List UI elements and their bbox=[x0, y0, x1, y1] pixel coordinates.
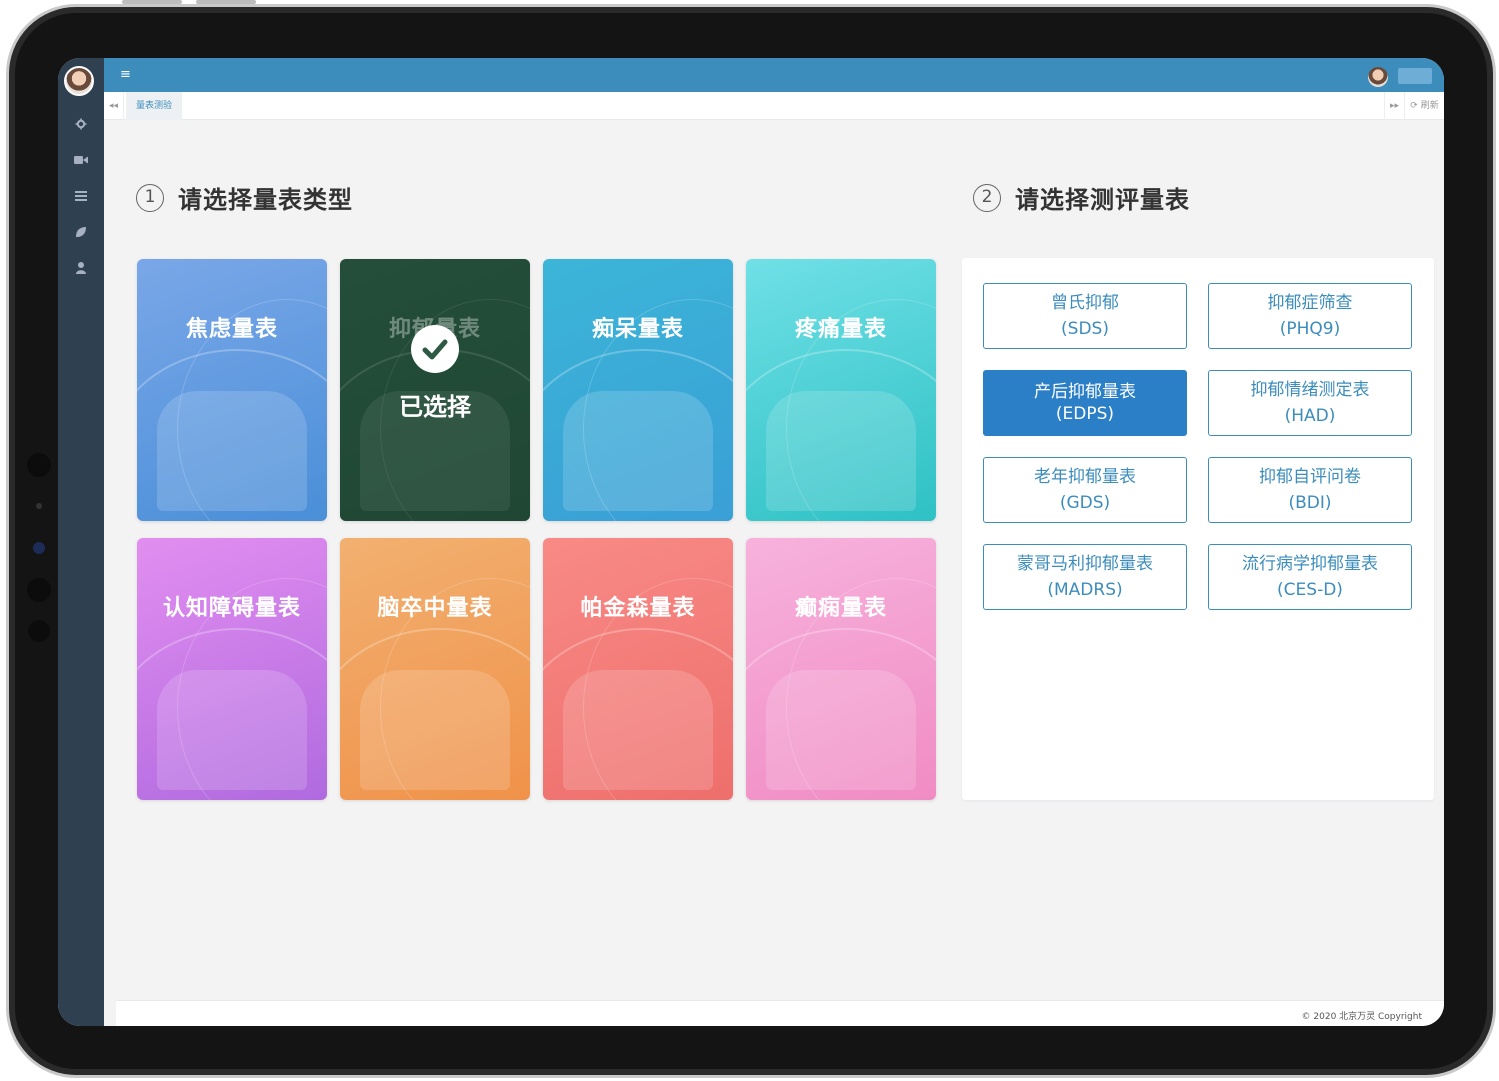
sidebar bbox=[58, 58, 104, 1026]
section-heading-scale: 2 请选择测评量表 bbox=[973, 180, 1190, 215]
scale-code: (MADRS) bbox=[1047, 580, 1123, 600]
camera-lens bbox=[33, 542, 45, 554]
scale-option-button[interactable]: 产后抑郁量表 (EDPS) bbox=[983, 370, 1187, 436]
tab-scale-test[interactable]: 量表测验 bbox=[126, 92, 183, 120]
copyright-text: © 2020 北京万灵 Copyright bbox=[1301, 1012, 1422, 1022]
scale-type-card[interactable]: 疼痛量表 bbox=[746, 259, 936, 521]
selected-label: 已选择 bbox=[399, 393, 471, 421]
hardware-dot bbox=[27, 578, 51, 602]
tabs-bar: ◂◂ 量表测验 ▸▸ ⟳ 刷新 bbox=[104, 92, 1444, 120]
card-illustration bbox=[360, 670, 510, 790]
scale-type-card[interactable]: 抑郁量表已选择 bbox=[340, 259, 530, 521]
video-icon[interactable] bbox=[58, 154, 104, 168]
scale-type-card[interactable]: 焦虑量表 bbox=[137, 259, 327, 521]
scale-option-button[interactable]: 抑郁症筛查 (PHQ9) bbox=[1208, 283, 1412, 349]
avatar[interactable] bbox=[64, 66, 94, 96]
scale-option-button[interactable]: 抑郁自评问卷 (BDI) bbox=[1208, 457, 1412, 523]
hardware-dot bbox=[28, 620, 50, 642]
user-name-redacted[interactable] bbox=[1398, 68, 1432, 84]
scale-list-panel: 曾氏抑郁 (SDS) 抑郁症筛查 (PHQ9) 产后抑郁量表 (EDPS) 抑郁情绪测定表 (… bbox=[962, 258, 1434, 800]
app-screen: ≡ ◂◂ 量表测验 ▸▸ ⟳ 刷新 1 请选择量表类型 2 请选择测评量表 焦虑… bbox=[58, 58, 1444, 1026]
check-icon bbox=[411, 325, 459, 373]
card-label: 癫痫量表 bbox=[794, 596, 887, 621]
scale-code: (BDI) bbox=[1288, 493, 1332, 513]
scale-type-card[interactable]: 帕金森量表 bbox=[543, 538, 733, 800]
leaf-icon[interactable] bbox=[58, 226, 104, 241]
scale-name: 抑郁情绪测定表 bbox=[1250, 380, 1370, 400]
scale-option-button[interactable]: 蒙哥马利抑郁量表 (MADRS) bbox=[983, 544, 1187, 610]
list-icon[interactable] bbox=[58, 190, 104, 204]
card-illustration bbox=[766, 391, 916, 511]
step-number: 2 bbox=[973, 183, 1001, 212]
scale-name: 产后抑郁量表 bbox=[1034, 382, 1136, 402]
scale-code: (HAD) bbox=[1284, 406, 1336, 426]
card-label: 焦虑量表 bbox=[185, 317, 278, 342]
scale-type-card[interactable]: 认知障碍量表 bbox=[137, 538, 327, 800]
user-icon[interactable] bbox=[58, 262, 104, 277]
menu-toggle-button[interactable]: ≡ bbox=[120, 67, 131, 83]
card-illustration bbox=[766, 670, 916, 790]
scale-option-button[interactable]: 曾氏抑郁 (SDS) bbox=[983, 283, 1187, 349]
step-number: 1 bbox=[136, 183, 164, 212]
scale-option-button[interactable]: 老年抑郁量表 (GDS) bbox=[983, 457, 1187, 523]
hardware-dot bbox=[36, 503, 42, 509]
scale-type-card[interactable]: 脑卒中量表 bbox=[340, 538, 530, 800]
scale-code: (GDS) bbox=[1059, 493, 1111, 513]
scale-option-button[interactable]: 抑郁情绪测定表 (HAD) bbox=[1208, 370, 1412, 436]
hardware-button bbox=[122, 0, 182, 4]
scale-name: 抑郁症筛查 bbox=[1267, 293, 1353, 313]
card-label: 疼痛量表 bbox=[794, 317, 887, 342]
section-heading-type: 1 请选择量表类型 bbox=[136, 180, 353, 215]
scale-name: 老年抑郁量表 bbox=[1034, 467, 1136, 487]
hardware-dot bbox=[27, 453, 51, 477]
scale-code: (SDS) bbox=[1061, 319, 1109, 339]
scale-name: 曾氏抑郁 bbox=[1051, 293, 1119, 313]
scale-name: 蒙哥马利抑郁量表 bbox=[1017, 554, 1153, 574]
card-label: 认知障碍量表 bbox=[162, 596, 301, 621]
scale-name: 抑郁自评问卷 bbox=[1259, 467, 1361, 487]
card-label: 帕金森量表 bbox=[580, 596, 696, 621]
tab-scroll-right-button[interactable]: ▸▸ bbox=[1384, 92, 1404, 120]
top-navbar: ≡ bbox=[104, 58, 1444, 92]
card-illustration bbox=[157, 670, 307, 790]
card-illustration bbox=[157, 391, 307, 511]
scale-code: (PHQ9) bbox=[1279, 319, 1341, 339]
scale-type-card[interactable]: 癫痫量表 bbox=[746, 538, 936, 800]
scale-name: 流行病学抑郁量表 bbox=[1242, 554, 1378, 574]
card-label: 脑卒中量表 bbox=[377, 596, 493, 621]
scale-option-button[interactable]: 流行病学抑郁量表 (CES-D) bbox=[1208, 544, 1412, 610]
user-avatar[interactable] bbox=[1368, 67, 1388, 87]
gear-icon[interactable] bbox=[58, 118, 104, 133]
tab-scroll-left-button[interactable]: ◂◂ bbox=[104, 92, 124, 120]
scale-code: (EDPS) bbox=[1055, 404, 1115, 424]
footer: © 2020 北京万灵 Copyright bbox=[116, 1000, 1444, 1026]
card-label: 痴呆量表 bbox=[591, 317, 684, 342]
card-illustration bbox=[563, 391, 713, 511]
section-title: 请选择测评量表 bbox=[1015, 186, 1190, 214]
section-title: 请选择量表类型 bbox=[178, 186, 353, 214]
scale-type-card[interactable]: 痴呆量表 bbox=[543, 259, 733, 521]
card-illustration bbox=[563, 670, 713, 790]
hardware-button bbox=[196, 0, 256, 4]
refresh-button[interactable]: ⟳ 刷新 bbox=[1404, 92, 1444, 120]
scale-code: (CES-D) bbox=[1277, 580, 1343, 600]
